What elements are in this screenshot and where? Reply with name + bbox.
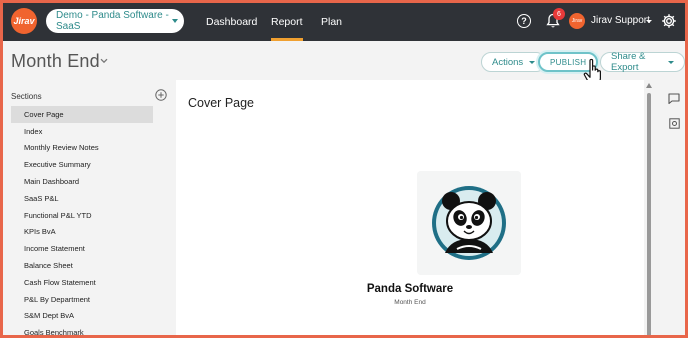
help-icon[interactable]: ? xyxy=(517,14,531,28)
share-export-button-label: Share & Export xyxy=(611,51,646,73)
scroll-up-arrow-icon[interactable] xyxy=(646,83,652,88)
top-nav-bar: Jirav Demo - Panda Software - SaaS Dashb… xyxy=(3,3,685,41)
page-title[interactable]: Month End xyxy=(11,51,100,72)
jirav-logo[interactable]: Jirav xyxy=(11,8,37,34)
tab-plan[interactable]: Plan xyxy=(321,3,342,41)
company-select[interactable]: Demo - Panda Software - SaaS xyxy=(46,9,184,33)
tab-dashboard[interactable]: Dashboard xyxy=(206,3,257,41)
section-item-index[interactable]: Index xyxy=(11,123,153,140)
scrollbar[interactable] xyxy=(647,93,651,335)
section-item-cover-page[interactable]: Cover Page xyxy=(11,106,153,123)
sections-heading: Sections xyxy=(11,92,42,101)
publish-button-label: PUBLISH xyxy=(550,57,587,67)
panda-logo-image xyxy=(417,171,521,275)
actions-button[interactable]: Actions xyxy=(481,52,547,72)
app-window: Jirav Demo - Panda Software - SaaS Dashb… xyxy=(3,3,685,335)
chevron-down-icon[interactable] xyxy=(100,58,108,64)
card-title: Cover Page xyxy=(188,96,255,110)
share-export-button[interactable]: Share & Export xyxy=(600,51,685,73)
user-menu-label[interactable]: Jirav Support xyxy=(591,15,650,26)
avatar[interactable]: Jirav xyxy=(569,13,585,29)
actions-button-label: Actions xyxy=(492,56,524,68)
chevron-down-icon xyxy=(529,60,536,64)
section-item-main-dashboard[interactable]: Main Dashboard xyxy=(11,173,153,190)
section-item-sm-dept-bva[interactable]: S&M Dept BvA xyxy=(11,308,153,325)
section-item-functional-pl-ytd[interactable]: Functional P&L YTD xyxy=(11,207,153,224)
gear-icon[interactable] xyxy=(661,13,677,29)
chevron-down-icon xyxy=(668,60,674,64)
company-name: Panda Software xyxy=(366,283,454,295)
report-page-card: Cover Page Panda Software Month End xyxy=(176,80,644,335)
settings-icon[interactable] xyxy=(669,118,680,129)
cover-subtitle: Month End xyxy=(394,299,426,306)
chevron-down-icon xyxy=(172,19,178,23)
section-item-balance-sheet[interactable]: Balance Sheet xyxy=(11,257,153,274)
section-item-kpis-bva[interactable]: KPIs BvA xyxy=(11,224,153,241)
section-list: Cover Page Index Monthly Review Notes Ex… xyxy=(11,106,153,335)
tab-report[interactable]: Report xyxy=(271,3,303,41)
comment-icon[interactable] xyxy=(668,93,680,104)
chevron-down-icon[interactable] xyxy=(646,20,652,23)
section-item-monthly-review-notes[interactable]: Monthly Review Notes xyxy=(11,140,153,157)
section-item-cash-flow-statement[interactable]: Cash Flow Statement xyxy=(11,274,153,291)
section-item-executive-summary[interactable]: Executive Summary xyxy=(11,156,153,173)
section-item-pl-by-department[interactable]: P&L By Department xyxy=(11,291,153,308)
section-item-goals-benchmark[interactable]: Goals Benchmark xyxy=(11,324,153,335)
company-select-label: Demo - Panda Software - SaaS xyxy=(56,10,169,32)
section-item-income-statement[interactable]: Income Statement xyxy=(11,240,153,257)
add-section-icon[interactable] xyxy=(155,89,167,101)
notification-badge: 6 xyxy=(553,8,565,20)
section-item-saas-pl[interactable]: SaaS P&L xyxy=(11,190,153,207)
